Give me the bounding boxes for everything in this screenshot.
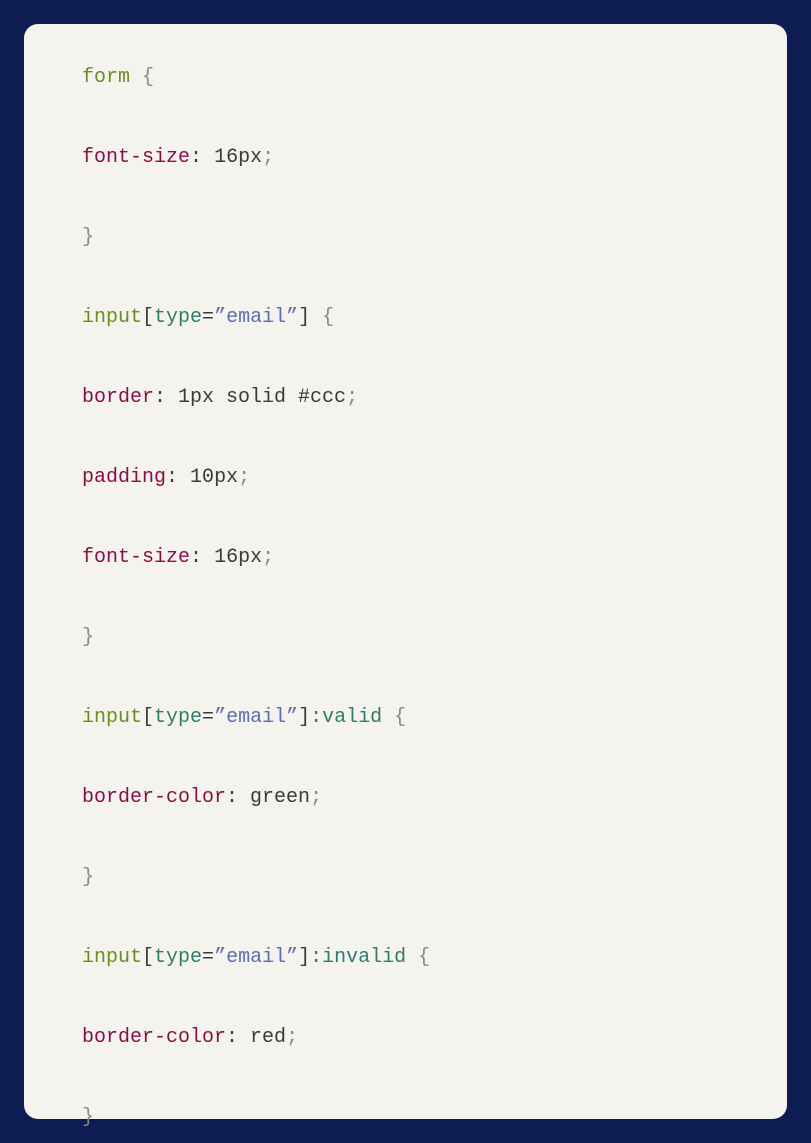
colon: : — [190, 146, 202, 169]
number-16: 16 — [214, 546, 238, 569]
equals: = — [202, 306, 214, 329]
colon: : — [166, 466, 178, 489]
bracket-close: ] — [298, 946, 310, 969]
brace-open: { — [142, 66, 154, 89]
attr-type: type — [154, 946, 202, 969]
bracket-open: [ — [142, 706, 154, 729]
brace-close: } — [82, 1106, 94, 1129]
prop-font-size: font-size — [82, 146, 190, 169]
string-email: ”email” — [214, 306, 298, 329]
prop-border-color: border-color — [82, 786, 226, 809]
value-green: green — [238, 786, 310, 809]
space — [382, 706, 394, 729]
space — [178, 466, 190, 489]
code-line: font-size: 16px; — [82, 544, 729, 572]
colon: : — [190, 546, 202, 569]
code-line: } — [82, 224, 729, 252]
attr-type: type — [154, 306, 202, 329]
code-line: input[type=”email”]:valid { — [82, 704, 729, 732]
value-red: red — [238, 1026, 286, 1049]
code-line: } — [82, 624, 729, 652]
space — [310, 306, 322, 329]
unit-px: px — [238, 546, 262, 569]
pseudo-valid: :valid — [310, 706, 382, 729]
code-line: border-color: green; — [82, 784, 729, 812]
brace-close: } — [82, 866, 94, 889]
selector-input: input — [82, 706, 142, 729]
value-border: 1px solid #ccc — [166, 386, 346, 409]
semicolon: ; — [262, 546, 274, 569]
space — [202, 146, 214, 169]
code-block: form { font-size: 16px; } input[type=”em… — [24, 24, 787, 1119]
number-16: 16 — [214, 146, 238, 169]
selector-form: form — [82, 66, 130, 89]
brace-open: { — [418, 946, 430, 969]
colon: : — [154, 386, 166, 409]
equals: = — [202, 946, 214, 969]
selector-input: input — [82, 306, 142, 329]
space — [202, 546, 214, 569]
brace-close: } — [82, 226, 94, 249]
semicolon: ; — [238, 466, 250, 489]
space — [130, 66, 142, 89]
string-email: ”email” — [214, 946, 298, 969]
bracket-close: ] — [298, 706, 310, 729]
prop-padding: padding — [82, 466, 166, 489]
string-email: ”email” — [214, 706, 298, 729]
bracket-open: [ — [142, 946, 154, 969]
unit-px: px — [238, 146, 262, 169]
semicolon: ; — [262, 146, 274, 169]
code-line: padding: 10px; — [82, 464, 729, 492]
code-line: border-color: red; — [82, 1024, 729, 1052]
prop-border-color: border-color — [82, 1026, 226, 1049]
equals: = — [202, 706, 214, 729]
colon: : — [226, 786, 238, 809]
brace-open: { — [322, 306, 334, 329]
brace-close: } — [82, 626, 94, 649]
bracket-close: ] — [298, 306, 310, 329]
attr-type: type — [154, 706, 202, 729]
code-line: font-size: 16px; — [82, 144, 729, 172]
selector-input: input — [82, 946, 142, 969]
brace-open: { — [394, 706, 406, 729]
semicolon: ; — [286, 1026, 298, 1049]
colon: : — [226, 1026, 238, 1049]
space — [406, 946, 418, 969]
number-10: 10 — [190, 466, 214, 489]
code-line: } — [82, 1104, 729, 1132]
code-line: input[type=”email”] { — [82, 304, 729, 332]
code-line: } — [82, 864, 729, 892]
pseudo-invalid: :invalid — [310, 946, 406, 969]
code-line: border: 1px solid #ccc; — [82, 384, 729, 412]
semicolon: ; — [346, 386, 358, 409]
code-line: input[type=”email”]:invalid { — [82, 944, 729, 972]
unit-px: px — [214, 466, 238, 489]
prop-font-size: font-size — [82, 546, 190, 569]
code-line: form { — [82, 64, 729, 92]
semicolon: ; — [310, 786, 322, 809]
bracket-open: [ — [142, 306, 154, 329]
prop-border: border — [82, 386, 154, 409]
